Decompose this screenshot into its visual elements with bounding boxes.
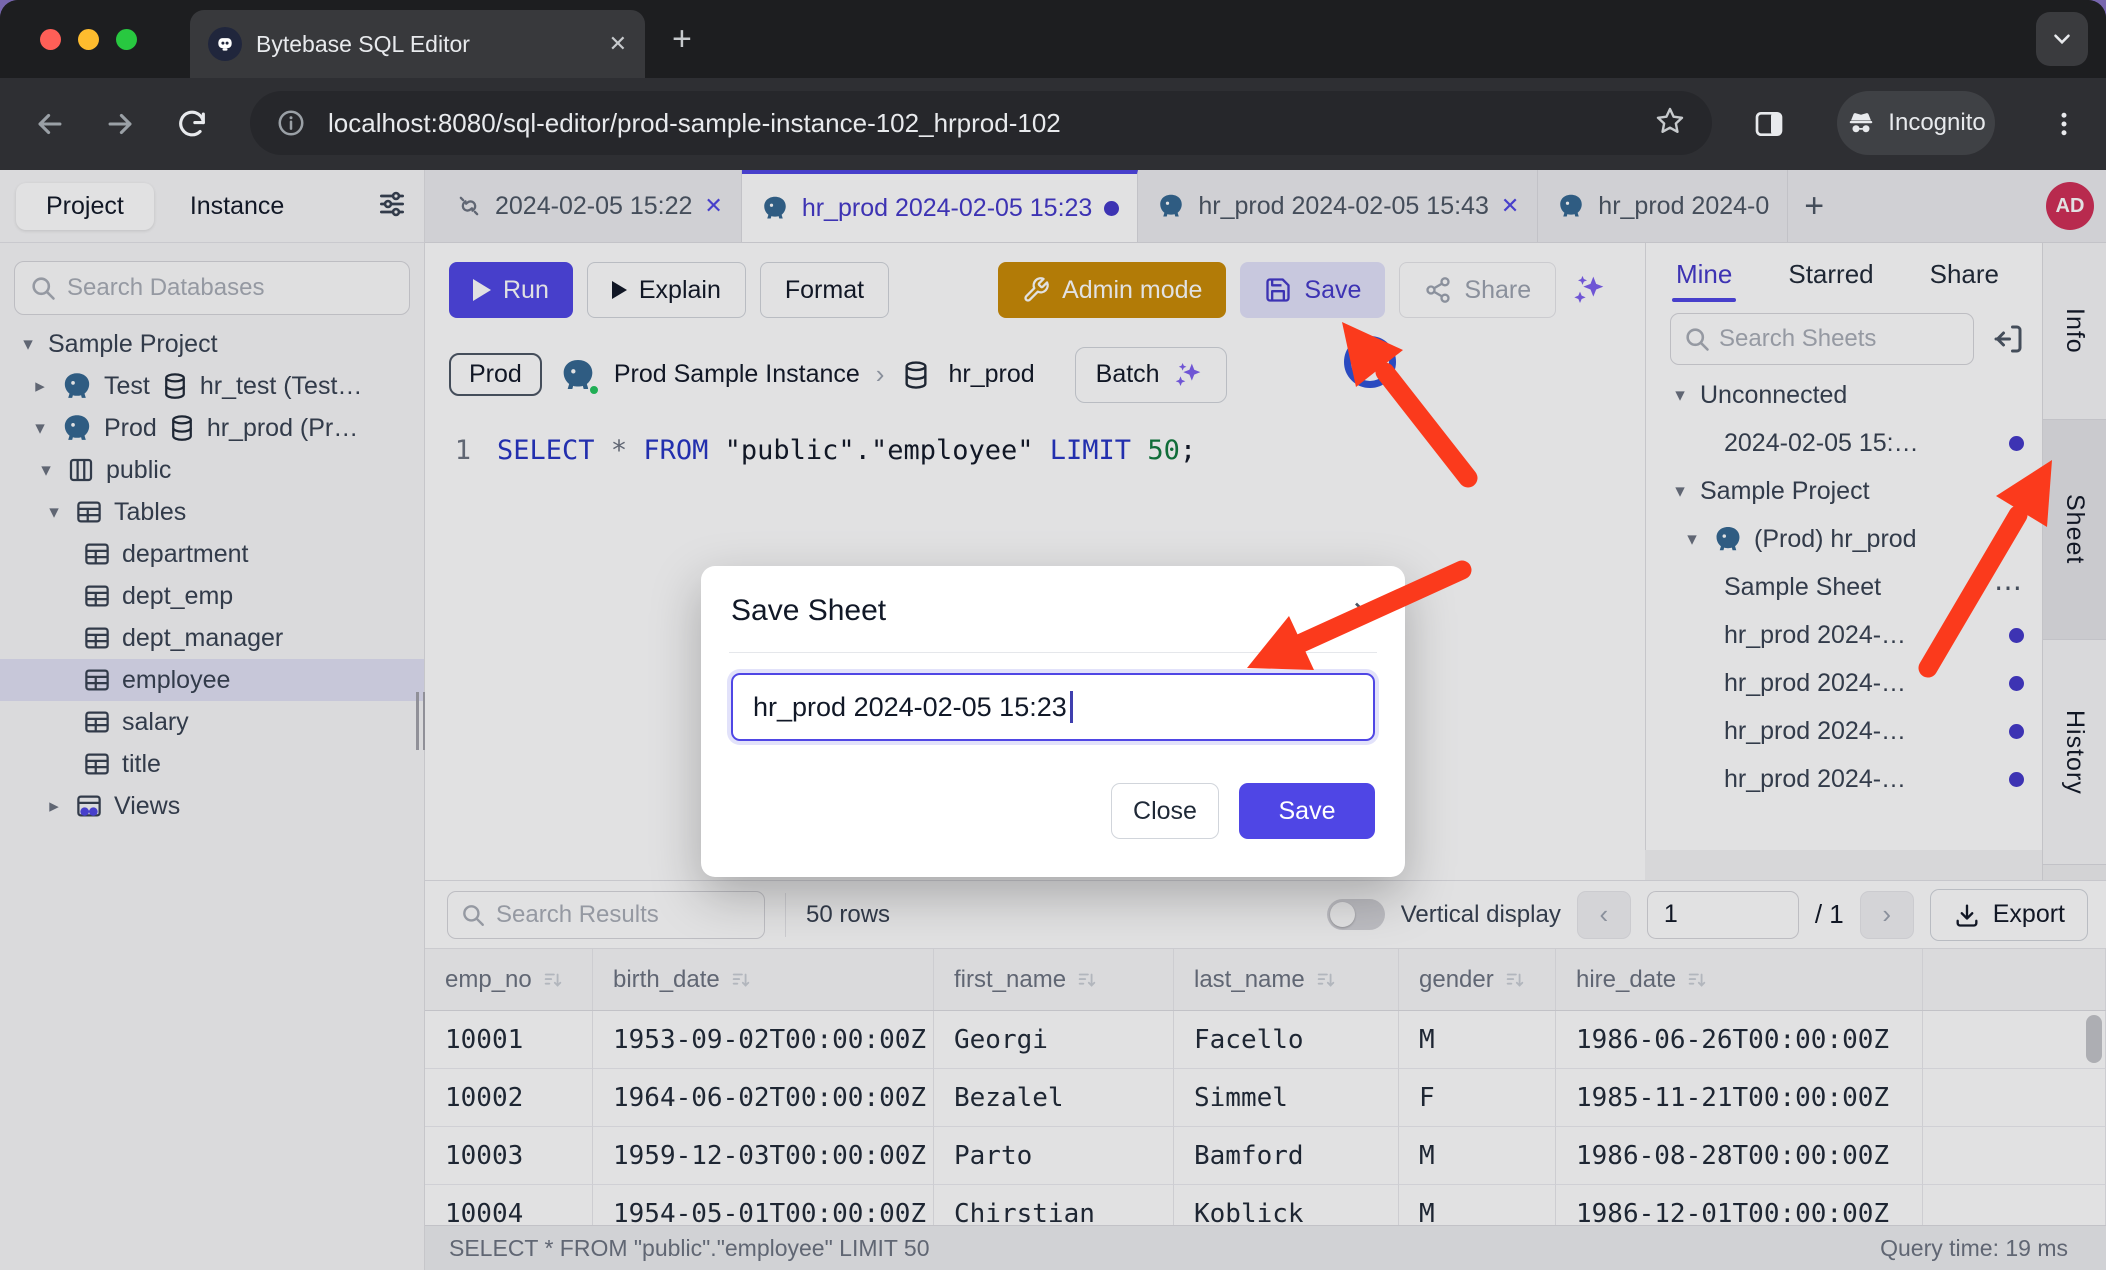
bytebase-app: Project Instance ▾ Sample Project ▸ Test…	[0, 170, 2106, 1270]
incognito-label: Incognito	[1888, 109, 1985, 137]
forward-button[interactable]	[96, 100, 144, 148]
url-bar[interactable]: localhost:8080/sql-editor/prod-sample-in…	[250, 91, 1712, 155]
new-browser-tab-button[interactable]: +	[672, 22, 692, 56]
browser-menu-icon[interactable]	[2040, 100, 2088, 148]
sheet-name-input[interactable]: hr_prod 2024-02-05 15:23	[731, 673, 1375, 741]
browser-chrome: Bytebase SQL Editor ✕ + localhost:8080/s…	[0, 0, 2106, 170]
back-button[interactable]	[26, 100, 74, 148]
browser-toolbar: localhost:8080/sql-editor/prod-sample-in…	[0, 78, 2106, 170]
dialog-save-button[interactable]: Save	[1239, 783, 1375, 839]
reload-button[interactable]	[168, 100, 216, 148]
dialog-title: Save Sheet	[731, 594, 886, 628]
site-info-icon[interactable]	[276, 108, 306, 138]
save-sheet-dialog: Save Sheet ✕ hr_prod 2024-02-05 15:23 Cl…	[701, 566, 1405, 877]
dialog-divider	[729, 652, 1377, 653]
tab-search-chevron-icon[interactable]	[2036, 12, 2088, 66]
incognito-icon	[1846, 108, 1876, 138]
side-panel-icon[interactable]	[1745, 100, 1793, 148]
browser-tabstrip: Bytebase SQL Editor ✕ +	[0, 0, 2106, 78]
sheet-name-value: hr_prod 2024-02-05 15:23	[753, 692, 1067, 723]
incognito-badge: Incognito	[1837, 91, 1995, 155]
window-zoom-button[interactable]	[116, 29, 137, 50]
browser-tab-title: Bytebase SQL Editor	[256, 31, 595, 58]
window-close-button[interactable]	[40, 29, 61, 50]
dialog-close-icon[interactable]: ✕	[1352, 595, 1375, 628]
bytebase-favicon-icon	[208, 27, 242, 61]
dialog-close-button[interactable]: Close	[1111, 783, 1219, 839]
bookmark-star-icon[interactable]	[1654, 105, 1686, 142]
url-text: localhost:8080/sql-editor/prod-sample-in…	[328, 108, 1061, 139]
browser-tab-close-icon[interactable]: ✕	[609, 31, 627, 57]
browser-tab[interactable]: Bytebase SQL Editor ✕	[190, 10, 645, 78]
text-cursor	[1070, 691, 1073, 723]
window-minimize-button[interactable]	[78, 29, 99, 50]
